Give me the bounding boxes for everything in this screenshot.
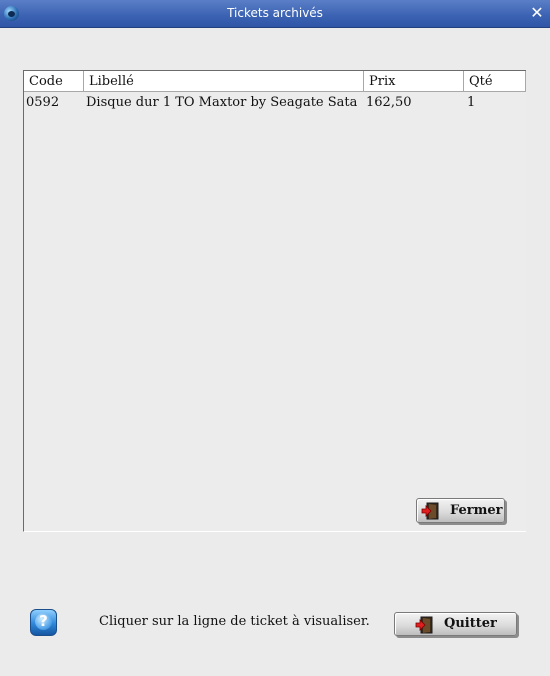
exit-door-icon [421,502,439,520]
column-header-label[interactable]: Libellé [84,71,364,92]
table-row[interactable]: 0592 Disque dur 1 TO Maxtor by Seagate S… [24,93,526,113]
table-header: Code Libellé Prix Qté [24,71,526,93]
cell-code: 0592 [26,95,60,110]
quit-button[interactable]: Quitter [394,612,517,636]
column-header-price[interactable]: Prix [364,71,464,92]
help-icon[interactable]: ? [30,609,57,636]
title-bar: Tickets archivés ✕ [0,0,550,28]
close-button[interactable]: Fermer [416,498,505,523]
tickets-table: Code Libellé Prix Qté 0592 Disque dur 1 … [23,70,526,532]
column-header-code[interactable]: Code [24,71,84,92]
cell-price: 162,50 [366,95,412,110]
window-title: Tickets archivés [227,6,323,20]
close-button-label: Fermer [450,503,503,518]
close-icon[interactable]: ✕ [528,4,546,22]
quit-button-label: Quitter [444,616,497,631]
cell-quantity: 1 [467,95,476,110]
instruction-text: Cliquer sur la ligne de ticket à visuali… [99,614,370,629]
column-header-quantity[interactable]: Qté [464,71,526,92]
cell-label: Disque dur 1 TO Maxtor by Seagate Sata I… [86,95,362,110]
exit-door-icon [415,616,433,634]
